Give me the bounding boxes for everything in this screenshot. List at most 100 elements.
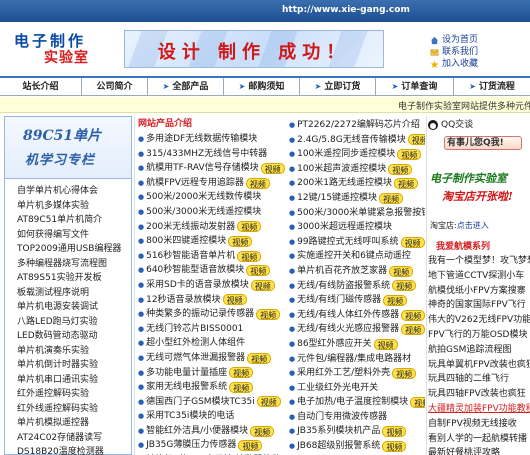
nav-order-query[interactable]: ➤ 订单查询 (376, 78, 454, 96)
rc-model-link[interactable]: 自制FPV视频无线接收 (428, 417, 530, 432)
rc-model-link[interactable]: FPV飞行的万能OSD模块 (428, 328, 530, 343)
product-link[interactable]: ● 12键/15键遥控模块 视频 (289, 191, 425, 206)
product-link[interactable]: ● 12秒语音录放模块 视频 (138, 293, 288, 308)
product-link[interactable]: ● 99路键控式无线呼叫系统 视频 (289, 235, 425, 250)
rc-model-link[interactable]: 航模伐纸小FPV方案搜寨 (428, 284, 530, 299)
video-badge[interactable]: 视频 (247, 352, 272, 364)
product-link[interactable]: ● 无线/有线人体红外传感器 视频 (289, 308, 425, 323)
mcu-article-link[interactable]: 单片机模拟遥控器 (17, 416, 131, 431)
qq-contact-button[interactable]: 有事儿您Q我! (444, 136, 522, 150)
product-link[interactable]: ● 516秒智能语音单片机 视频 (138, 249, 288, 264)
video-badge[interactable]: 视频 (373, 338, 398, 350)
product-link[interactable]: ● 无线可燃气体泄漏报警器 视频 (138, 351, 288, 366)
mcu-article-link[interactable]: DS18B20温度检测器 (17, 445, 131, 455)
product-link[interactable]: ● 采用SD卡的语音录放模块 视频 (138, 278, 288, 293)
nav-about-owner[interactable]: 站长介绍 (0, 78, 82, 96)
rc-model-link[interactable]: 我有一个模型梦！攻飞梦想 (428, 254, 530, 269)
video-badge[interactable]: 视频 (222, 294, 247, 306)
video-badge[interactable]: 视频 (256, 396, 281, 408)
product-link[interactable]: ● 200米无线振动发射器 视频 (138, 220, 288, 235)
product-link[interactable]: ● 无线门铃芯片BISS0001 (138, 322, 288, 337)
mcu-article-link[interactable]: 单片机演奏乐实验 (17, 344, 131, 359)
product-link[interactable]: ● 800米四键遥控模块 视频 (138, 234, 288, 249)
product-link[interactable]: ● JB35系列模块机产品 视频 (289, 424, 425, 439)
video-badge[interactable]: 视频 (410, 397, 425, 409)
video-badge[interactable]: 视频 (246, 265, 271, 277)
product-link[interactable]: ● 采用红外工艺/塑料外壳 视频 (289, 366, 425, 381)
site-logo[interactable]: 电子制作 实验室 (14, 30, 102, 66)
rc-model-link[interactable]: 神奇的国家国际FPV飞行 (428, 298, 530, 313)
nav-all-products[interactable]: ➤ 全部产品 (148, 78, 224, 96)
product-link[interactable]: ● 单片机百花齐放芝家器 视频 (289, 264, 425, 279)
video-badge[interactable]: 视频 (394, 178, 419, 190)
mcu-article-link[interactable]: AT89C51单片机简介 (17, 213, 131, 228)
rc-model-link[interactable]: 玩具四轴FPV改装也疯狂 (428, 387, 530, 402)
video-badge[interactable]: 视频 (389, 265, 414, 277)
video-badge[interactable]: 视频 (250, 425, 275, 437)
mcu-article-link[interactable]: 红外遥控解码实验 (17, 387, 131, 402)
product-link[interactable]: ● 自动门专用微波传感器 (289, 410, 425, 425)
video-badge[interactable]: 视频 (388, 163, 413, 175)
product-link[interactable]: ● 多用途DF无线数据传输模块 (138, 132, 288, 147)
rc-model-link[interactable]: 伟大的V262无线FPV功能 (428, 313, 530, 328)
video-badge[interactable]: 视频 (392, 367, 417, 379)
product-link[interactable]: ● PT2262/2272编解码芯片介绍 (289, 118, 425, 133)
mcu-article-link[interactable]: TOP2009通用USB编程器 (17, 242, 131, 257)
product-link[interactable]: ● 采用TC35i模块的电话 (138, 409, 288, 424)
contact-us-label[interactable]: 联系我们 (442, 46, 478, 58)
product-link[interactable]: ● 无线/有线防盗报警系统 视频 (289, 279, 425, 294)
product-link[interactable]: ● 家用无线电报警系统 视频 (138, 380, 288, 395)
set-homepage-label[interactable]: 设为首页 (442, 34, 478, 46)
rc-model-link[interactable]: 玩具四轴的二维飞行 (428, 372, 530, 387)
product-link[interactable]: ● 航模用TF-RAV信号存储模块 视频 (138, 161, 288, 176)
product-link[interactable]: ● 元件包/编程器/集成电路器材 (289, 352, 425, 367)
nav-order-process[interactable]: ➤ 订货流程 (454, 78, 530, 96)
contact-us-link[interactable]: 联系我们 (430, 46, 526, 58)
video-badge[interactable]: 视频 (256, 308, 281, 320)
product-link[interactable]: ● 实施遥控开关和6键点动遥控 (289, 249, 425, 264)
video-badge[interactable]: 视频 (400, 236, 425, 248)
product-link[interactable]: ● 200米1路无线遥控模块 视频 (289, 176, 425, 191)
nav-company-intro[interactable]: 公司简介 (82, 78, 148, 96)
product-link[interactable]: ● 640秒智能型语音放模块 视频 (138, 263, 288, 278)
mcu-article-link[interactable]: 八路LED跑马灯实验 (17, 315, 131, 330)
rc-model-link[interactable]: 地下管道CCTV探测小车 (428, 269, 530, 284)
mcu-article-link[interactable]: AT89S51实验开发板 (17, 271, 131, 286)
product-link[interactable]: ● 智能红外洁具/小便器模块 视频 (138, 424, 288, 439)
taobao-shop-link[interactable]: 点击进入 (457, 221, 489, 230)
mcu-article-link[interactable]: 红外线遥控解码实验 (17, 402, 131, 417)
rc-model-link[interactable]: 玩具单翼机FPV改装也疯狂 (428, 358, 530, 373)
product-link[interactable]: ● 100米遥控同步遥控模块 视频 (289, 147, 425, 162)
product-link[interactable]: ● JB68超级别报警系统 视频 (289, 439, 425, 454)
mcu-article-link[interactable]: 自学单片机心得体会 (17, 184, 131, 199)
video-badge[interactable]: 视频 (229, 381, 254, 393)
rc-model-link[interactable]: 大疆精灵加装FPV功能教程 (428, 402, 530, 417)
product-link[interactable]: ● 500米/3000米无线遥控模块 (138, 205, 288, 220)
product-link[interactable]: ● JB35G薄膜压力传感器 视频 (138, 438, 288, 453)
mcu-article-link[interactable]: 单片机多媒体实验 (17, 199, 131, 214)
add-favorite-label[interactable]: 加入收藏 (442, 58, 478, 70)
rc-model-link[interactable]: 看别人学的一起航模转播 (428, 432, 530, 447)
product-link[interactable]: ● 86型红外感应开关 视频 (289, 337, 425, 352)
video-badge[interactable]: 视频 (401, 324, 425, 336)
product-link[interactable]: ● 500米/3000米单键紧急报警按钮 (289, 206, 425, 221)
site-url[interactable]: http://www.xie-gang.com (282, 5, 410, 15)
video-badge[interactable]: 视频 (397, 148, 422, 160)
product-link[interactable]: ● 100米超声波遥控模块 视频 (289, 162, 425, 177)
video-badge[interactable]: 视频 (228, 235, 253, 247)
video-badge[interactable]: 视频 (245, 177, 270, 189)
video-badge[interactable]: 视频 (401, 309, 425, 321)
product-link[interactable]: ● 多功能电量计量插座 视频 (138, 366, 288, 381)
product-link[interactable]: ● 工业级红外光电开关 (289, 381, 425, 396)
product-link[interactable]: ● 无线/有线门磁传感器 视频 (289, 293, 425, 308)
product-link[interactable]: ● 德国西门子GSM模块TC35i 视频 (138, 395, 288, 410)
video-badge[interactable]: 视频 (260, 162, 285, 174)
nav-order-now[interactable]: ➤ 立即订货 (300, 78, 376, 96)
product-link[interactable]: ● 航模FPV远程专用追踪器 视频 (138, 176, 288, 191)
video-badge[interactable]: 视频 (407, 134, 425, 146)
add-favorite-link[interactable]: 加入收藏 (430, 58, 526, 70)
video-badge[interactable]: 视频 (379, 192, 404, 204)
mcu-article-link[interactable]: 单片机倒计时器实验 (17, 358, 131, 373)
product-link[interactable]: ● 2.4G/5.8G无线音传输模块 视频 (289, 133, 425, 148)
nav-mail-order[interactable]: ➤ 邮购须知 (224, 78, 300, 96)
